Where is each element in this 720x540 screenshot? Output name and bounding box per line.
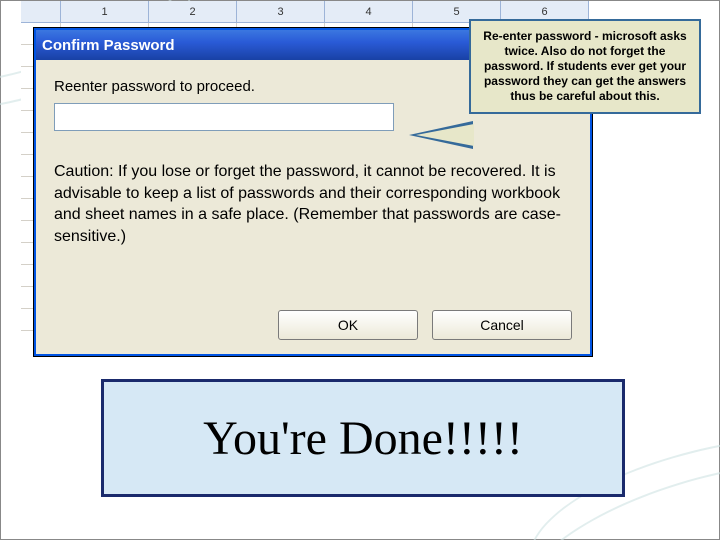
caution-text: Caution: If you lose or forget the passw… bbox=[54, 161, 572, 247]
slide: 1 2 3 4 5 6 Confirm Password ? X Reenter… bbox=[0, 0, 720, 540]
password-input[interactable] bbox=[54, 103, 394, 131]
dialog-title: Confirm Password bbox=[42, 37, 532, 54]
col-header: 2 bbox=[149, 1, 237, 23]
cancel-button[interactable]: Cancel bbox=[432, 310, 572, 340]
col-header: 3 bbox=[237, 1, 325, 23]
ok-button[interactable]: OK bbox=[278, 310, 418, 340]
done-text: You're Done!!!!! bbox=[203, 411, 523, 466]
col-header: 1 bbox=[61, 1, 149, 23]
col-header: 4 bbox=[325, 1, 413, 23]
sheet-corner bbox=[21, 1, 61, 23]
callout-text: Re-enter password - microsoft asks twice… bbox=[483, 29, 686, 103]
dialog-buttons: OK Cancel bbox=[278, 310, 572, 340]
annotation-callout: Re-enter password - microsoft asks twice… bbox=[469, 19, 701, 114]
done-banner: You're Done!!!!! bbox=[101, 379, 625, 497]
